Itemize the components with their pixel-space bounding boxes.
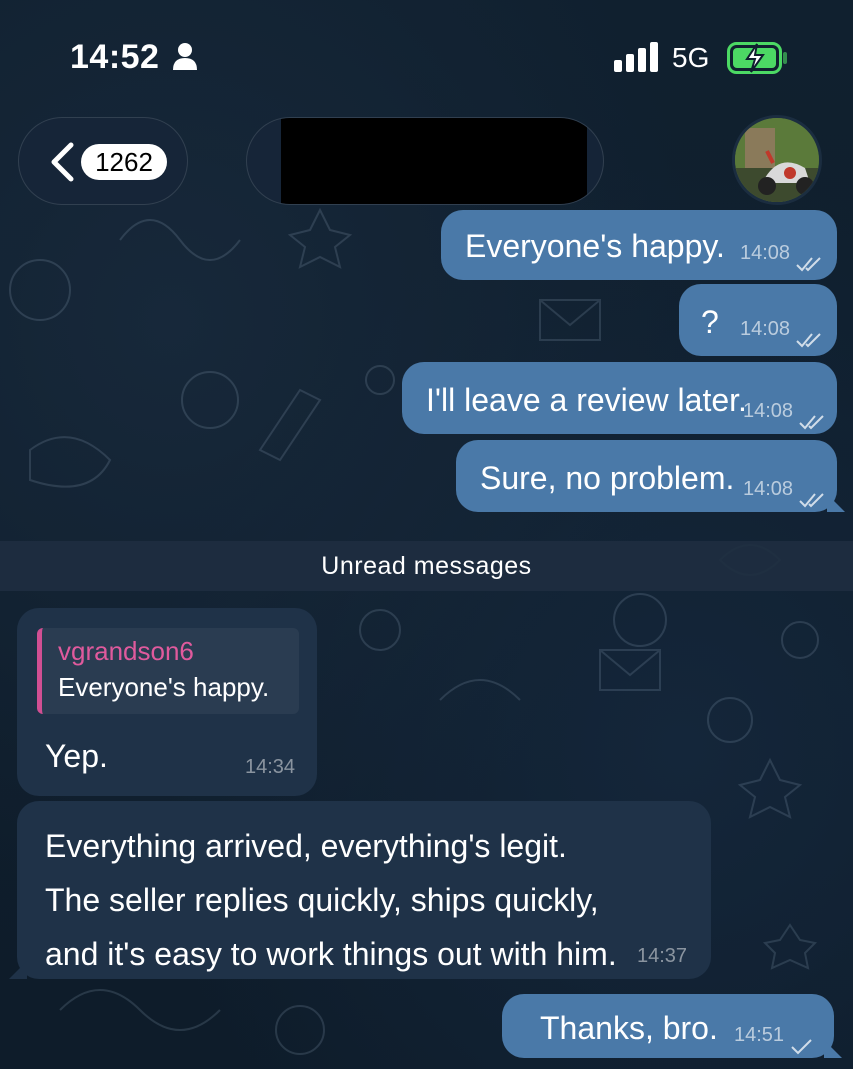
message-bubble-outgoing[interactable]: ? 14:08 — [679, 284, 837, 356]
message-text: Yep. — [45, 738, 108, 774]
single-check-icon — [790, 1026, 814, 1063]
message-time: 14:34 — [245, 756, 296, 778]
chevron-left-icon — [49, 142, 75, 187]
redacted-title — [281, 118, 587, 204]
message-text: Everything arrived, everything's legit. … — [45, 819, 617, 981]
message-time: 14:08 — [740, 242, 791, 264]
message-time: 14:37 — [637, 945, 688, 967]
message-time: 14:51 — [734, 1024, 785, 1046]
message-time: 14:08 — [743, 400, 794, 422]
unread-count-badge: 1262 — [81, 144, 167, 180]
avatar[interactable] — [732, 115, 822, 205]
network-label: 5G — [672, 42, 710, 73]
message-line: and it's easy to work things out with hi… — [45, 936, 617, 972]
message-bubble-incoming[interactable]: Everything arrived, everything's legit. … — [17, 801, 711, 979]
message-text: Everyone's happy. — [465, 228, 725, 264]
message-text: Thanks, bro. — [540, 1010, 718, 1046]
status-time: 14:52 — [70, 38, 160, 76]
unread-messages-separator: Unread messages — [0, 541, 853, 591]
message-bubble-outgoing[interactable]: Sure, no problem. 14:08 — [456, 440, 837, 512]
double-check-icon — [795, 320, 823, 357]
double-check-icon — [795, 244, 823, 281]
message-time: 14:08 — [740, 318, 791, 340]
back-button[interactable]: 1262 — [18, 117, 188, 205]
double-check-icon — [798, 480, 826, 517]
reply-quote[interactable]: vgrandson6 Everyone's happy. — [37, 628, 299, 714]
message-line: The seller replies quickly, ships quickl… — [45, 882, 599, 918]
message-text: Sure, no problem. — [480, 460, 735, 496]
message-bubble-outgoing[interactable]: Everyone's happy. 14:08 — [441, 210, 837, 280]
person-icon — [172, 42, 198, 75]
chat-title-pill[interactable] — [246, 117, 604, 205]
double-check-icon — [798, 402, 826, 439]
message-bubble-outgoing[interactable]: Thanks, bro. 14:51 — [502, 994, 834, 1058]
battery-charging-icon — [727, 42, 789, 79]
reply-text: Everyone's happy. — [58, 672, 270, 702]
message-bubble-outgoing[interactable]: I'll leave a review later. 14:08 — [402, 362, 837, 434]
message-text: I'll leave a review later. — [426, 382, 747, 418]
message-text: ? — [701, 304, 719, 340]
signal-icon — [614, 42, 660, 77]
reply-author: vgrandson6 — [58, 636, 194, 666]
message-time: 14:08 — [743, 478, 794, 500]
message-bubble-incoming[interactable]: vgrandson6 Everyone's happy. Yep. 14:34 — [17, 608, 317, 796]
message-line: Everything arrived, everything's legit. — [45, 828, 567, 864]
